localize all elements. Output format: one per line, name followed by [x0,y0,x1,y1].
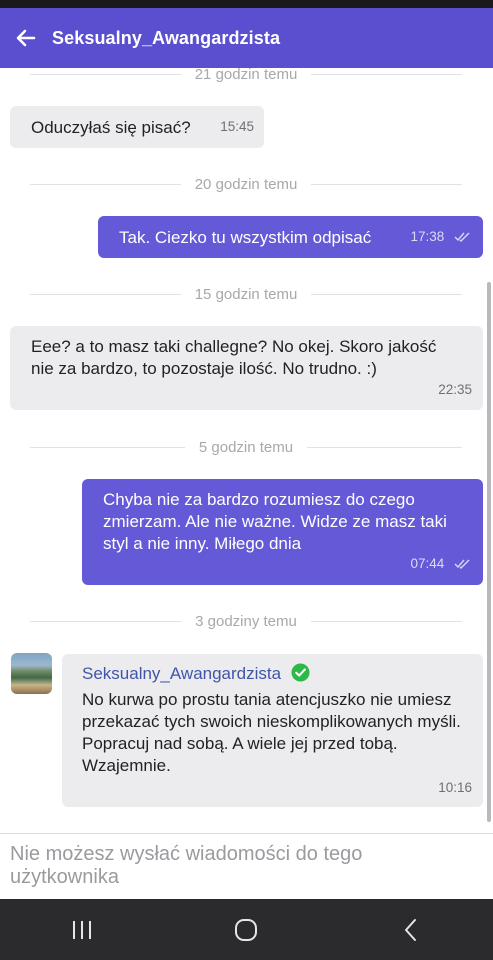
scrollbar[interactable] [487,282,491,822]
time-divider: 21 godzin temu [30,63,463,85]
composer-disabled-notice: Nie możesz wysłać wiadomości do tego uży… [10,843,363,888]
time-divider: 3 godziny temu [30,610,463,632]
message-bubble-outgoing[interactable]: Chyba nie za bardzo rozumiesz do czego z… [82,479,483,585]
chat-header: Seksualny_Awangardzista [0,8,493,68]
sender-name[interactable]: Seksualny_Awangardzista [82,664,281,683]
chat-title[interactable]: Seksualny_Awangardzista [52,28,280,49]
time-divider: 15 godzin temu [30,283,463,305]
system-navigation-bar [0,899,493,960]
message-time: 07:44 [410,556,445,571]
arrow-left-icon [16,29,36,47]
status-bar [0,0,493,8]
home-button[interactable] [216,905,276,955]
message-bubble-incoming[interactable]: Eee? a to masz taki challegne? No okej. … [10,326,483,410]
message-bubble-outgoing[interactable]: Tak. Ciezko tu wszystkim odpisać 17:38 [98,216,483,258]
message-bubble-incoming[interactable]: Oduczyłaś się pisać? 15:45 [10,106,264,148]
recent-apps-icon [73,920,92,939]
double-check-icon [454,232,470,243]
message-bubble-incoming[interactable]: Seksualny_Awangardzista No kurwa po pros… [62,654,483,807]
message-text: Eee? a to masz taki challegne? No okej. … [31,337,437,378]
message-time: 22:35 [438,382,472,397]
message-text: Tak. Ciezko tu wszystkim odpisać [119,228,372,247]
avatar[interactable] [11,653,52,694]
recent-apps-button[interactable] [52,905,112,955]
message-time: 15:45 [220,119,254,134]
back-button[interactable] [0,8,52,68]
double-check-icon [454,559,470,570]
composer-divider [0,833,493,834]
message-text: No kurwa po prostu tania atencjuszko nie… [82,690,461,775]
time-divider: 20 godzin temu [30,173,463,195]
message-time: 10:16 [438,780,472,795]
nav-back-button[interactable] [381,905,441,955]
nav-back-icon [404,918,416,941]
message-time: 17:38 [410,229,445,244]
message-text: Oduczyłaś się pisać? [31,118,191,137]
message-text: Chyba nie za bardzo rozumiesz do czego z… [103,490,447,553]
verified-check-icon [291,663,310,682]
home-icon [235,918,258,941]
time-divider: 5 godzin temu [30,436,463,458]
